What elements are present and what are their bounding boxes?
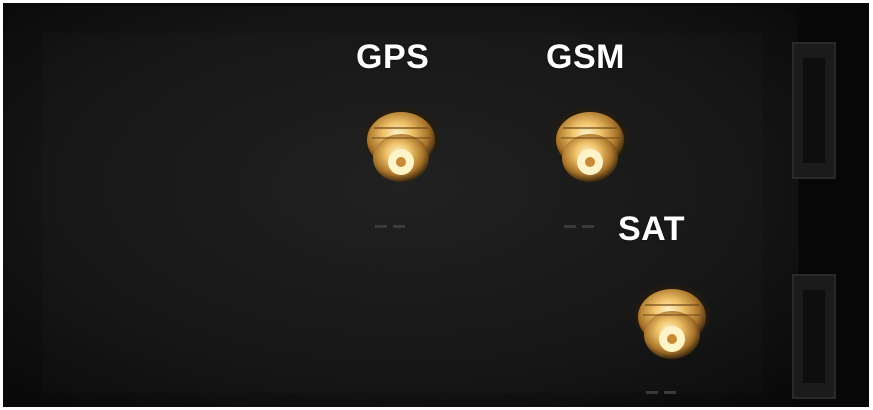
gps-sma-connector-icon — [363, 108, 439, 182]
sat-label: SAT — [618, 210, 685, 248]
sat-sma-connector-icon — [634, 285, 710, 359]
device-panel-photo: GPS GSM SAT — [3, 3, 869, 407]
gsm-label: GSM — [546, 38, 625, 76]
gsm-sma-connector-icon — [552, 108, 628, 182]
gps-label: GPS — [356, 38, 430, 76]
